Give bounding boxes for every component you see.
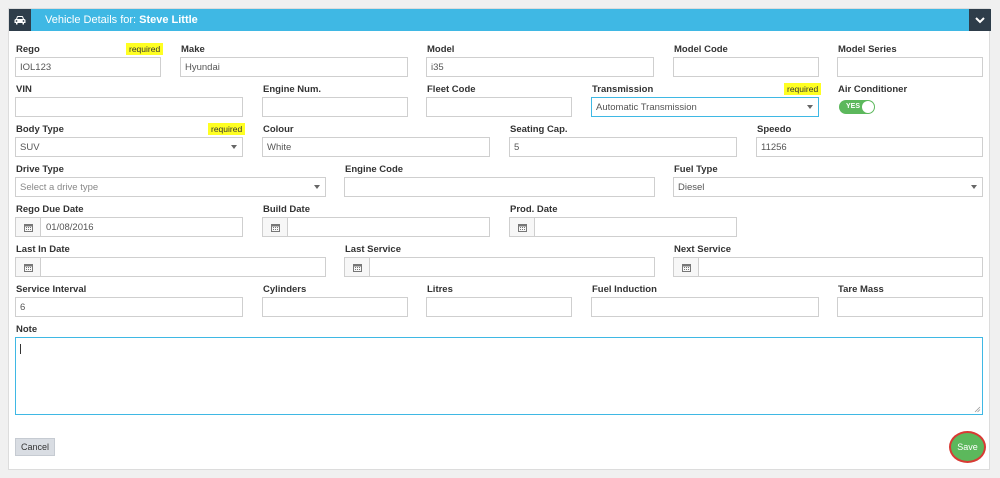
service-interval-input[interactable]: 6 (15, 297, 243, 317)
litres-label: Litres (427, 284, 453, 295)
prod-date-input[interactable] (509, 217, 737, 237)
colour-input[interactable]: White (262, 137, 490, 157)
build-date-label: Build Date (263, 204, 310, 215)
caret-down-icon (314, 185, 320, 189)
drive-type-placeholder: Select a drive type (20, 182, 99, 193)
fleet-code-input[interactable] (426, 97, 572, 117)
transmission-required-badge: required (784, 83, 822, 95)
calendar-icon[interactable] (263, 218, 288, 236)
engine-num-label: Engine Num. (263, 84, 322, 95)
prod-date-label: Prod. Date (510, 204, 558, 215)
next-service-input[interactable] (673, 257, 983, 277)
fuel-type-select[interactable]: Diesel (673, 177, 983, 197)
model-series-input[interactable] (837, 57, 983, 77)
model-input[interactable]: i35 (426, 57, 654, 77)
body-type-label: Body Type (16, 124, 64, 135)
seating-cap-label: Seating Cap. (510, 124, 568, 135)
make-label: Make (181, 44, 205, 55)
transmission-select[interactable]: Automatic Transmission (591, 97, 819, 117)
rego-due-date-input[interactable]: 01/08/2016 (15, 217, 243, 237)
vin-label: VIN (16, 84, 32, 95)
rego-due-date-label: Rego Due Date (16, 204, 84, 215)
fuel-induction-label: Fuel Induction (592, 284, 657, 295)
last-in-date-label: Last In Date (16, 244, 70, 255)
calendar-icon[interactable] (345, 258, 370, 276)
tare-mass-input[interactable] (837, 297, 983, 317)
engine-num-input[interactable] (262, 97, 408, 117)
note-label: Note (16, 324, 38, 335)
calendar-icon[interactable] (674, 258, 699, 276)
fuel-type-label: Fuel Type (674, 164, 718, 175)
drive-type-select[interactable]: Select a drive type (15, 177, 326, 197)
caret-down-icon (231, 145, 237, 149)
toggle-text: YES (846, 103, 861, 110)
body-type-selected-value: SUV (20, 142, 40, 153)
next-service-label: Next Service (674, 244, 732, 255)
panel-title: Vehicle Details for: Steve Little (45, 14, 198, 26)
body-type-select[interactable]: SUV (15, 137, 243, 157)
model-code-input[interactable] (673, 57, 819, 77)
car-icon (9, 9, 31, 31)
model-code-label: Model Code (674, 44, 728, 55)
calendar-icon[interactable] (16, 218, 41, 236)
last-service-label: Last Service (345, 244, 401, 255)
tare-mass-label: Tare Mass (838, 284, 884, 295)
caret-down-icon (971, 185, 977, 189)
seating-cap-input[interactable]: 5 (509, 137, 737, 157)
caret-down-icon (807, 105, 813, 109)
calendar-icon[interactable] (16, 258, 41, 276)
last-service-input[interactable] (344, 257, 655, 277)
last-in-date-input[interactable] (15, 257, 326, 277)
fleet-code-label: Fleet Code (427, 84, 476, 95)
transmission-label: Transmission (592, 84, 654, 95)
resize-grip-icon[interactable] (974, 406, 981, 413)
toggle-knob (862, 101, 874, 113)
panel-header: Vehicle Details for: Steve Little (9, 9, 991, 31)
vehicle-details-panel: Vehicle Details for: Steve Little Rego re… (8, 8, 991, 470)
calendar-icon[interactable] (510, 218, 535, 236)
note-textarea[interactable] (15, 337, 983, 415)
air-conditioner-label: Air Conditioner (838, 84, 908, 95)
colour-label: Colour (263, 124, 294, 135)
model-series-label: Model Series (838, 44, 897, 55)
transmission-selected-value: Automatic Transmission (596, 102, 697, 113)
rego-input[interactable]: IOL123 (15, 57, 161, 77)
save-button[interactable]: Save (949, 431, 986, 463)
drive-type-label: Drive Type (16, 164, 64, 175)
make-input[interactable]: Hyundai (180, 57, 408, 77)
owner-name: Steve Little (139, 14, 198, 26)
fuel-induction-input[interactable] (591, 297, 819, 317)
model-label: Model (427, 44, 455, 55)
text-cursor (20, 344, 21, 354)
build-date-input[interactable] (262, 217, 490, 237)
body-type-required-badge: required (208, 123, 246, 135)
air-conditioner-toggle[interactable]: YES (839, 100, 875, 114)
fuel-type-selected-value: Diesel (678, 182, 705, 193)
rego-label: Rego (16, 44, 40, 55)
speedo-input[interactable]: 11256 (756, 137, 983, 157)
cylinders-input[interactable] (262, 297, 408, 317)
engine-code-input[interactable] (344, 177, 655, 197)
speedo-label: Speedo (757, 124, 792, 135)
engine-code-label: Engine Code (345, 164, 404, 175)
chevron-down-icon[interactable] (969, 9, 991, 31)
rego-due-date-value: 01/08/2016 (46, 222, 94, 233)
cancel-button[interactable]: Cancel (15, 438, 55, 456)
rego-required-badge: required (126, 43, 164, 55)
panel-title-prefix: Vehicle Details for: (45, 14, 137, 26)
litres-input[interactable] (426, 297, 572, 317)
vin-input[interactable] (15, 97, 243, 117)
service-interval-label: Service Interval (16, 284, 87, 295)
cylinders-label: Cylinders (263, 284, 307, 295)
